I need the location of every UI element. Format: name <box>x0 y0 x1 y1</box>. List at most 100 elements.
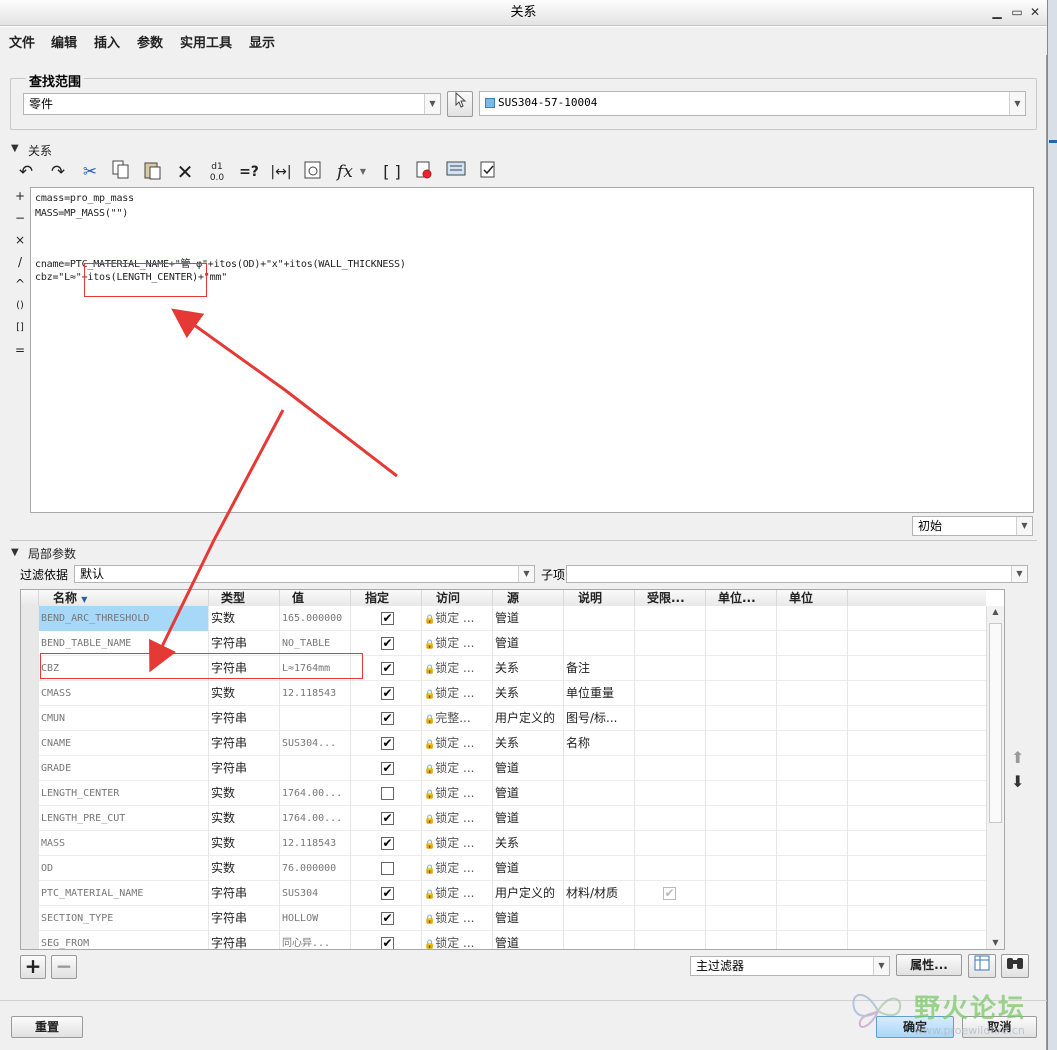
cell-unitq[interactable] <box>706 856 777 881</box>
cell-name[interactable]: LENGTH_CENTER <box>39 781 209 806</box>
show-dimension-icon[interactable] <box>301 160 325 184</box>
reset-button[interactable]: 重置 <box>11 1016 83 1038</box>
designate-checkbox[interactable]: ✔ <box>381 762 394 775</box>
cut-icon[interactable]: ✂ <box>78 160 102 184</box>
cell-value[interactable]: 1764.00... <box>280 781 351 806</box>
cell-desc[interactable]: 单位重量 <box>564 681 635 706</box>
child-select[interactable]: ▼ <box>566 565 1028 583</box>
cell-source[interactable]: 管道 <box>493 631 564 656</box>
designate-checkbox[interactable]: ✔ <box>381 812 394 825</box>
brackets-operator[interactable]: [] <box>12 319 28 337</box>
cell-restricted[interactable] <box>635 806 706 831</box>
cell-restricted[interactable] <box>635 731 706 756</box>
cell-access[interactable]: 🔒锁定 ... <box>422 931 493 949</box>
cell-desc[interactable] <box>564 906 635 931</box>
maximize-button[interactable]: ▭ <box>1010 4 1024 20</box>
cell-access[interactable]: 🔒锁定 ... <box>422 806 493 831</box>
designate-checkbox[interactable]: ✔ <box>381 837 394 850</box>
cell-name[interactable]: MASS <box>39 831 209 856</box>
table-row[interactable]: CMUN 字符串 ✔ 🔒完整... 用户定义的 图号/标... <box>21 706 1004 731</box>
row-header[interactable] <box>21 781 39 806</box>
cell-desc[interactable]: 材料/材质 <box>564 881 635 906</box>
designate-checkbox[interactable]: ✔ <box>381 712 394 725</box>
cell-desc[interactable] <box>564 756 635 781</box>
cell-name[interactable]: PTC_MATERIAL_NAME <box>39 881 209 906</box>
cell-value[interactable]: 1764.00... <box>280 806 351 831</box>
cell-type[interactable]: 字符串 <box>209 881 280 906</box>
cell-unitq[interactable] <box>706 906 777 931</box>
designate-checkbox[interactable]: ✔ <box>381 737 394 750</box>
cell-unit[interactable] <box>777 606 848 631</box>
table-row[interactable]: PTC_MATERIAL_NAME 字符串 SUS304 ✔ 🔒锁定 ... 用户定义的材… <box>21 881 1004 906</box>
cell-name[interactable]: BEND_ARC_THRESHOLD <box>39 606 209 631</box>
cell-desc[interactable]: 备注 <box>564 656 635 681</box>
cell-access[interactable]: 🔒锁定 ... <box>422 906 493 931</box>
cell-designate[interactable]: ✔ <box>351 881 422 906</box>
table-row[interactable]: CMASS 实数 12.118543 ✔ 🔒锁定 ... 关系 单位重量 <box>21 681 1004 706</box>
cell-source[interactable]: 用户定义的 <box>493 706 564 731</box>
cell-restricted[interactable] <box>635 681 706 706</box>
units-select[interactable]: 初始 ▼ <box>912 516 1033 536</box>
cell-access[interactable]: 🔒锁定 ... <box>422 606 493 631</box>
cell-source[interactable]: 管道 <box>493 931 564 949</box>
column-header-description[interactable]: 说明 <box>564 590 635 606</box>
cell-restricted[interactable] <box>635 656 706 681</box>
cell-type[interactable]: 字符串 <box>209 756 280 781</box>
cell-desc[interactable] <box>564 606 635 631</box>
cell-source[interactable]: 用户定义的 <box>493 881 564 906</box>
cell-unit[interactable] <box>777 656 848 681</box>
cell-desc[interactable]: 名称 <box>564 731 635 756</box>
column-header-unit-quantity[interactable]: 单位... <box>706 590 777 606</box>
cell-unit[interactable] <box>777 881 848 906</box>
cell-type[interactable]: 实数 <box>209 606 280 631</box>
cell-value[interactable]: 12.118543 <box>280 831 351 856</box>
scroll-down-icon[interactable]: ▼ <box>987 938 1004 947</box>
column-header-designate[interactable]: 指定 <box>351 590 422 606</box>
cell-unit[interactable] <box>777 781 848 806</box>
row-header[interactable] <box>21 731 39 756</box>
close-button[interactable]: ✕ <box>1028 4 1042 20</box>
cell-access[interactable]: 🔒锁定 ... <box>422 831 493 856</box>
cell-unitq[interactable] <box>706 706 777 731</box>
menu-file[interactable]: 文件 <box>9 32 35 51</box>
table-row[interactable]: MASS 实数 12.118543 ✔ 🔒锁定 ... 关系 <box>21 831 1004 856</box>
cell-restricted[interactable] <box>635 831 706 856</box>
cell-unit[interactable] <box>777 731 848 756</box>
designate-checkbox[interactable] <box>381 787 394 800</box>
cell-unit[interactable] <box>777 681 848 706</box>
cell-name[interactable]: CMUN <box>39 706 209 731</box>
designate-checkbox[interactable]: ✔ <box>381 912 394 925</box>
cell-source[interactable]: 关系 <box>493 731 564 756</box>
row-header[interactable] <box>21 681 39 706</box>
cell-restricted[interactable] <box>635 781 706 806</box>
select-model-button[interactable] <box>447 91 473 117</box>
designate-checkbox[interactable]: ✔ <box>381 662 394 675</box>
cell-type[interactable]: 字符串 <box>209 706 280 731</box>
column-header-source[interactable]: 源 <box>493 590 564 606</box>
cell-unitq[interactable] <box>706 681 777 706</box>
multiply-operator[interactable]: × <box>12 231 28 249</box>
redo-icon[interactable]: ↷ <box>46 160 70 184</box>
cell-access[interactable]: 🔒锁定 ... <box>422 681 493 706</box>
cell-name[interactable]: CMASS <box>39 681 209 706</box>
cell-unitq[interactable] <box>706 881 777 906</box>
verify-icon[interactable] <box>412 160 436 184</box>
undo-icon[interactable]: ↶ <box>14 160 38 184</box>
cell-unit[interactable] <box>777 831 848 856</box>
table-row[interactable]: SEG_FROM 字符串 同心异... ✔ 🔒锁定 ... 管道 <box>21 931 1004 949</box>
cell-restricted[interactable] <box>635 606 706 631</box>
paste-icon[interactable] <box>141 160 165 184</box>
cell-access[interactable]: 🔒锁定 ... <box>422 881 493 906</box>
cell-access[interactable]: 🔒锁定 ... <box>422 631 493 656</box>
cell-restricted[interactable] <box>635 631 706 656</box>
cell-value[interactable]: 12.118543 <box>280 681 351 706</box>
delete-icon[interactable]: ✕ <box>173 160 197 184</box>
scroll-up-icon[interactable]: ▲ <box>987 607 1004 616</box>
cell-unitq[interactable] <box>706 631 777 656</box>
cell-type[interactable]: 实数 <box>209 806 280 831</box>
cell-access[interactable]: 🔒锁定 ... <box>422 781 493 806</box>
cell-unitq[interactable] <box>706 931 777 949</box>
cell-unit[interactable] <box>777 706 848 731</box>
cell-value[interactable] <box>280 756 351 781</box>
table-row[interactable]: BEND_ARC_THRESHOLD 实数 165.000000 ✔ 🔒锁定 ... 管道 <box>21 606 1004 631</box>
